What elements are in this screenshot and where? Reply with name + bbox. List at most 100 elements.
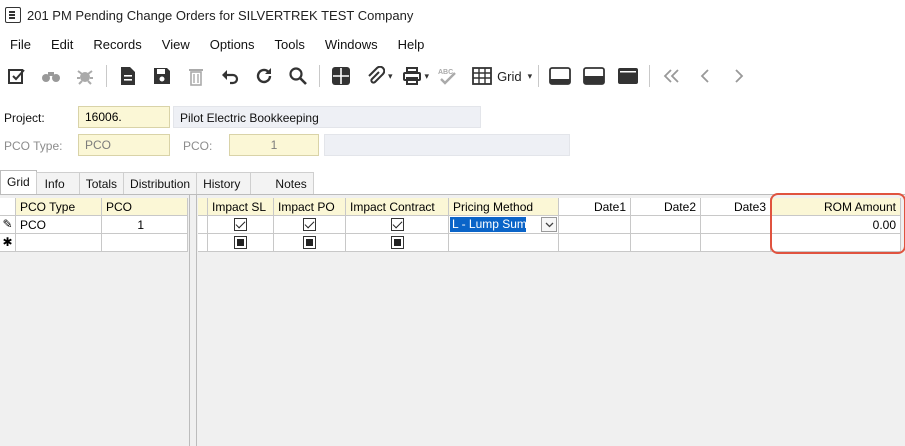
cell-impact-contract[interactable]: [346, 234, 449, 252]
calculator-icon[interactable]: [328, 63, 354, 89]
data-grid: PCO Type PCO ✎ PCO 1 ✱ Impact SL Impact …: [0, 195, 905, 446]
cell-impact-sl[interactable]: [208, 234, 274, 252]
project-label: Project:: [4, 111, 45, 125]
grid-view-label[interactable]: Grid: [497, 69, 522, 84]
cell-date2[interactable]: [631, 216, 701, 234]
previous-record-icon[interactable]: [692, 63, 718, 89]
tab-distribution[interactable]: Distribution: [123, 172, 198, 194]
pricing-method-dropdown[interactable]: L - Lump Sum: [449, 216, 559, 234]
cell-date1[interactable]: [559, 234, 631, 252]
tab-grid[interactable]: Grid: [0, 170, 37, 194]
pricing-method-value[interactable]: L - Lump Sum: [450, 217, 527, 232]
cell-pco[interactable]: [102, 234, 188, 252]
menu-bar: File Edit Records View Options Tools Win…: [0, 33, 434, 55]
cell-impact-contract[interactable]: [346, 216, 449, 234]
cell-date1[interactable]: [559, 216, 631, 234]
pco-field[interactable]: 1: [229, 134, 319, 156]
cell-date3[interactable]: [701, 216, 771, 234]
menu-edit[interactable]: Edit: [41, 37, 83, 52]
menu-records[interactable]: Records: [83, 37, 151, 52]
row-indicator-edit[interactable]: ✎: [0, 216, 16, 234]
tab-info[interactable]: Info: [35, 172, 80, 194]
menu-tools[interactable]: Tools: [265, 37, 315, 52]
save-icon[interactable]: [149, 63, 175, 89]
menu-view[interactable]: View: [152, 37, 200, 52]
grid-view-icon[interactable]: [469, 63, 495, 89]
next-record-icon[interactable]: [726, 63, 752, 89]
column-header-pricing-method[interactable]: Pricing Method: [449, 198, 559, 216]
menu-options[interactable]: Options: [200, 37, 265, 52]
menu-help[interactable]: Help: [388, 37, 435, 52]
toolbar-separator: [538, 65, 540, 87]
cell-impact-sl[interactable]: [208, 216, 274, 234]
first-record-icon[interactable]: [658, 63, 684, 89]
row-indicator-new[interactable]: ✱: [0, 234, 16, 252]
pane-splitter[interactable]: [189, 195, 197, 446]
pco-type-field[interactable]: PCO: [78, 134, 170, 156]
impact-sl-checkbox[interactable]: [234, 218, 247, 232]
paperclip-icon[interactable]: [362, 63, 388, 89]
project-field[interactable]: 16006.: [78, 106, 170, 128]
impact-po-checkbox[interactable]: [303, 236, 316, 250]
impact-sl-checkbox[interactable]: [234, 236, 247, 250]
cell-rom-amount[interactable]: 0.00: [771, 216, 901, 234]
cell-impact-po[interactable]: [274, 234, 346, 252]
impact-contract-checkbox[interactable]: [390, 218, 404, 232]
column-header-pco-type[interactable]: PCO Type: [16, 198, 102, 216]
refresh-icon[interactable]: [251, 63, 277, 89]
impact-po-checkbox[interactable]: [303, 218, 316, 232]
cell-pricing-method[interactable]: [449, 234, 559, 252]
impact-contract-checkbox[interactable]: [390, 236, 404, 250]
title-bar: 201 PM Pending Change Orders for SILVERT…: [0, 0, 905, 30]
chevron-down-icon[interactable]: ▾: [388, 71, 393, 82]
column-header-impact-po[interactable]: Impact PO: [274, 198, 346, 216]
column-header-impact-sl[interactable]: Impact SL: [208, 198, 274, 216]
toolbar-separator: [649, 65, 651, 87]
search-icon[interactable]: [285, 63, 311, 89]
bug-gear-icon[interactable]: [72, 63, 98, 89]
toolbar: ▾ ▾ ABC Grid ▾: [0, 60, 905, 92]
column-header-date1[interactable]: Date1: [559, 198, 631, 216]
right-pane-row-header: [198, 198, 208, 216]
layout-full-icon[interactable]: [615, 63, 641, 89]
document-list-icon: [5, 7, 21, 23]
project-name-field: Pilot Electric Bookkeeping: [173, 106, 481, 128]
cell-pco[interactable]: 1: [102, 216, 188, 234]
tab-strip: Grid Info Totals Distribution History No…: [0, 170, 314, 194]
pco-type-label: PCO Type:: [4, 139, 63, 153]
cell-pco-type[interactable]: PCO: [16, 216, 102, 234]
chevron-down-icon[interactable]: ▾: [528, 71, 533, 82]
new-document-icon[interactable]: [115, 63, 141, 89]
layout-bottom-icon[interactable]: [547, 63, 573, 89]
print-icon[interactable]: [399, 63, 425, 89]
cell-rom-amount[interactable]: [771, 234, 901, 252]
chevron-down-icon[interactable]: [541, 217, 557, 232]
cell-date2[interactable]: [631, 234, 701, 252]
cell-pco-type[interactable]: [16, 234, 102, 252]
cell-impact-po[interactable]: [274, 216, 346, 234]
column-header-date2[interactable]: Date2: [631, 198, 701, 216]
corner-header: [0, 198, 16, 216]
column-header-pco[interactable]: PCO: [102, 198, 188, 216]
toolbar-separator: [106, 65, 107, 87]
layout-half-icon[interactable]: [581, 63, 607, 89]
tab-notes[interactable]: Notes: [250, 172, 314, 194]
binoculars-icon[interactable]: [38, 63, 64, 89]
right-row-header: [198, 216, 208, 234]
edit-check-icon[interactable]: [4, 63, 30, 89]
tab-totals[interactable]: Totals: [78, 172, 125, 194]
svg-text:ABC: ABC: [438, 69, 453, 76]
menu-windows[interactable]: Windows: [315, 37, 388, 52]
undo-icon[interactable]: [217, 63, 243, 89]
chevron-down-icon[interactable]: ▾: [425, 71, 430, 82]
tab-history[interactable]: History: [196, 172, 252, 194]
column-header-rom-amount[interactable]: ROM Amount: [771, 198, 901, 216]
column-header-impact-contract[interactable]: Impact Contract: [346, 198, 449, 216]
spellcheck-icon[interactable]: ABC: [435, 63, 461, 89]
trash-icon[interactable]: [183, 63, 209, 89]
cell-date3[interactable]: [701, 234, 771, 252]
window-title: 201 PM Pending Change Orders for SILVERT…: [27, 7, 414, 23]
menu-file[interactable]: File: [0, 37, 41, 52]
pco-label: PCO:: [183, 139, 213, 153]
column-header-date3[interactable]: Date3: [701, 198, 771, 216]
